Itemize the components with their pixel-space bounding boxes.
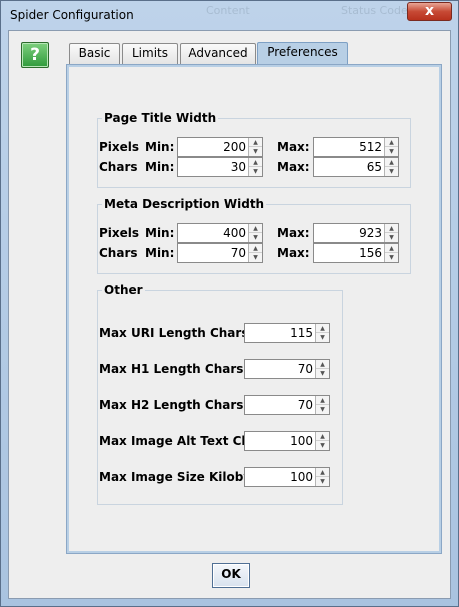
tab-preferences[interactable]: Preferences (257, 42, 348, 66)
tab-basic[interactable]: Basic (69, 43, 120, 65)
spinner-down-icon[interactable]: ▼ (316, 369, 329, 378)
max-image-size-spinner[interactable]: 100 ▲ ▼ (244, 467, 330, 487)
spinner-value: 100 (290, 434, 313, 448)
spinner-down-icon[interactable]: ▼ (249, 167, 262, 176)
spinner-value: 156 (359, 246, 382, 260)
dialog-client-area: ? Basic Limits Advanced Preferences Page… (8, 30, 451, 599)
spinner-up-icon[interactable]: ▲ (316, 360, 329, 369)
spinner-down-icon[interactable]: ▼ (249, 253, 262, 262)
spinner-up-icon[interactable]: ▲ (316, 432, 329, 441)
spinner-down-icon[interactable]: ▼ (249, 233, 262, 242)
spinner-up-icon[interactable]: ▲ (385, 138, 398, 147)
spinner-up-icon[interactable]: ▲ (249, 244, 262, 253)
group-title: Other (104, 283, 143, 297)
spinner-down-icon[interactable]: ▼ (385, 253, 398, 262)
spinner-value: 30 (230, 160, 246, 174)
tab-advanced[interactable]: Advanced (180, 43, 256, 65)
max-h1-length-spinner[interactable]: 70 ▲ ▼ (244, 359, 330, 379)
spinner-value: 400 (223, 226, 246, 240)
max-image-alt-text-spinner[interactable]: 100 ▲ ▼ (244, 431, 330, 451)
spinner-down-icon[interactable]: ▼ (249, 147, 262, 156)
tab-limits[interactable]: Limits (122, 43, 178, 65)
max-label: Max: (277, 226, 310, 240)
spinner-down-icon[interactable]: ▼ (316, 333, 329, 342)
min-label: Min: (145, 226, 175, 240)
meta-description-pixels-min-spinner[interactable]: 400 ▲ ▼ (177, 223, 263, 243)
spinner-down-icon[interactable]: ▼ (316, 441, 329, 450)
min-label: Min: (145, 246, 175, 260)
background-tab-text: Content (206, 4, 250, 17)
spinner-value: 512 (359, 140, 382, 154)
spinner-down-icon[interactable]: ▼ (385, 167, 398, 176)
pixels-label: Pixels (99, 226, 140, 240)
chars-label: Chars (99, 246, 138, 260)
meta-description-chars-max-spinner[interactable]: 156 ▲ ▼ (313, 243, 399, 263)
page-title-chars-min-spinner[interactable]: 30 ▲ ▼ (177, 157, 263, 177)
spinner-value: 70 (230, 246, 246, 260)
spinner-up-icon[interactable]: ▲ (316, 324, 329, 333)
spinner-value: 923 (359, 226, 382, 240)
max-label: Max: (277, 246, 310, 260)
spinner-down-icon[interactable]: ▼ (385, 147, 398, 156)
spinner-value: 70 (297, 362, 313, 376)
group-title: Page Title Width (104, 111, 217, 125)
spinner-down-icon[interactable]: ▼ (316, 477, 329, 486)
page-title-pixels-min-spinner[interactable]: 200 ▲ ▼ (177, 137, 263, 157)
spinner-up-icon[interactable]: ▲ (249, 158, 262, 167)
help-button[interactable]: ? (21, 42, 49, 68)
spinner-up-icon[interactable]: ▲ (249, 224, 262, 233)
meta-description-pixels-max-spinner[interactable]: 923 ▲ ▼ (313, 223, 399, 243)
spinner-value: 100 (290, 470, 313, 484)
spinner-value: 65 (366, 160, 382, 174)
max-label: Max: (277, 140, 310, 154)
max-uri-length-label: Max URI Length Chars (99, 326, 249, 340)
spinner-up-icon[interactable]: ▲ (316, 396, 329, 405)
min-label: Min: (145, 160, 175, 174)
min-label: Min: (145, 140, 175, 154)
spinner-up-icon[interactable]: ▲ (385, 158, 398, 167)
close-icon: x (424, 3, 435, 19)
spinner-up-icon[interactable]: ▲ (249, 138, 262, 147)
chars-label: Chars (99, 160, 138, 174)
page-title-chars-max-spinner[interactable]: 65 ▲ ▼ (313, 157, 399, 177)
ok-button[interactable]: OK (212, 563, 250, 588)
close-button[interactable]: x (407, 2, 452, 21)
preferences-panel: Page Title Width Pixels Min: 200 ▲ ▼ Max:… (66, 64, 442, 554)
max-uri-length-spinner[interactable]: 115 ▲ ▼ (244, 323, 330, 343)
spinner-down-icon[interactable]: ▼ (316, 405, 329, 414)
spinner-value: 115 (290, 326, 313, 340)
max-h2-length-spinner[interactable]: 70 ▲ ▼ (244, 395, 330, 415)
max-h1-length-label: Max H1 Length Chars (99, 362, 244, 376)
max-h2-length-label: Max H2 Length Chars (99, 398, 244, 412)
spinner-up-icon[interactable]: ▲ (385, 224, 398, 233)
page-title-pixels-max-spinner[interactable]: 512 ▲ ▼ (313, 137, 399, 157)
background-tab-text: Status Code (341, 4, 408, 17)
spinner-down-icon[interactable]: ▼ (385, 233, 398, 242)
window-title: Spider Configuration (10, 8, 134, 22)
spinner-up-icon[interactable]: ▲ (316, 468, 329, 477)
help-icon: ? (30, 45, 40, 65)
spinner-value: 70 (297, 398, 313, 412)
meta-description-chars-min-spinner[interactable]: 70 ▲ ▼ (177, 243, 263, 263)
title-bar[interactable]: Spider Configuration Content Status Code… (1, 1, 458, 29)
spinner-up-icon[interactable]: ▲ (385, 244, 398, 253)
group-title: Meta Description Width (104, 197, 265, 211)
dialog-window: Spider Configuration Content Status Code… (0, 0, 459, 607)
max-label: Max: (277, 160, 310, 174)
spinner-value: 200 (223, 140, 246, 154)
pixels-label: Pixels (99, 140, 140, 154)
